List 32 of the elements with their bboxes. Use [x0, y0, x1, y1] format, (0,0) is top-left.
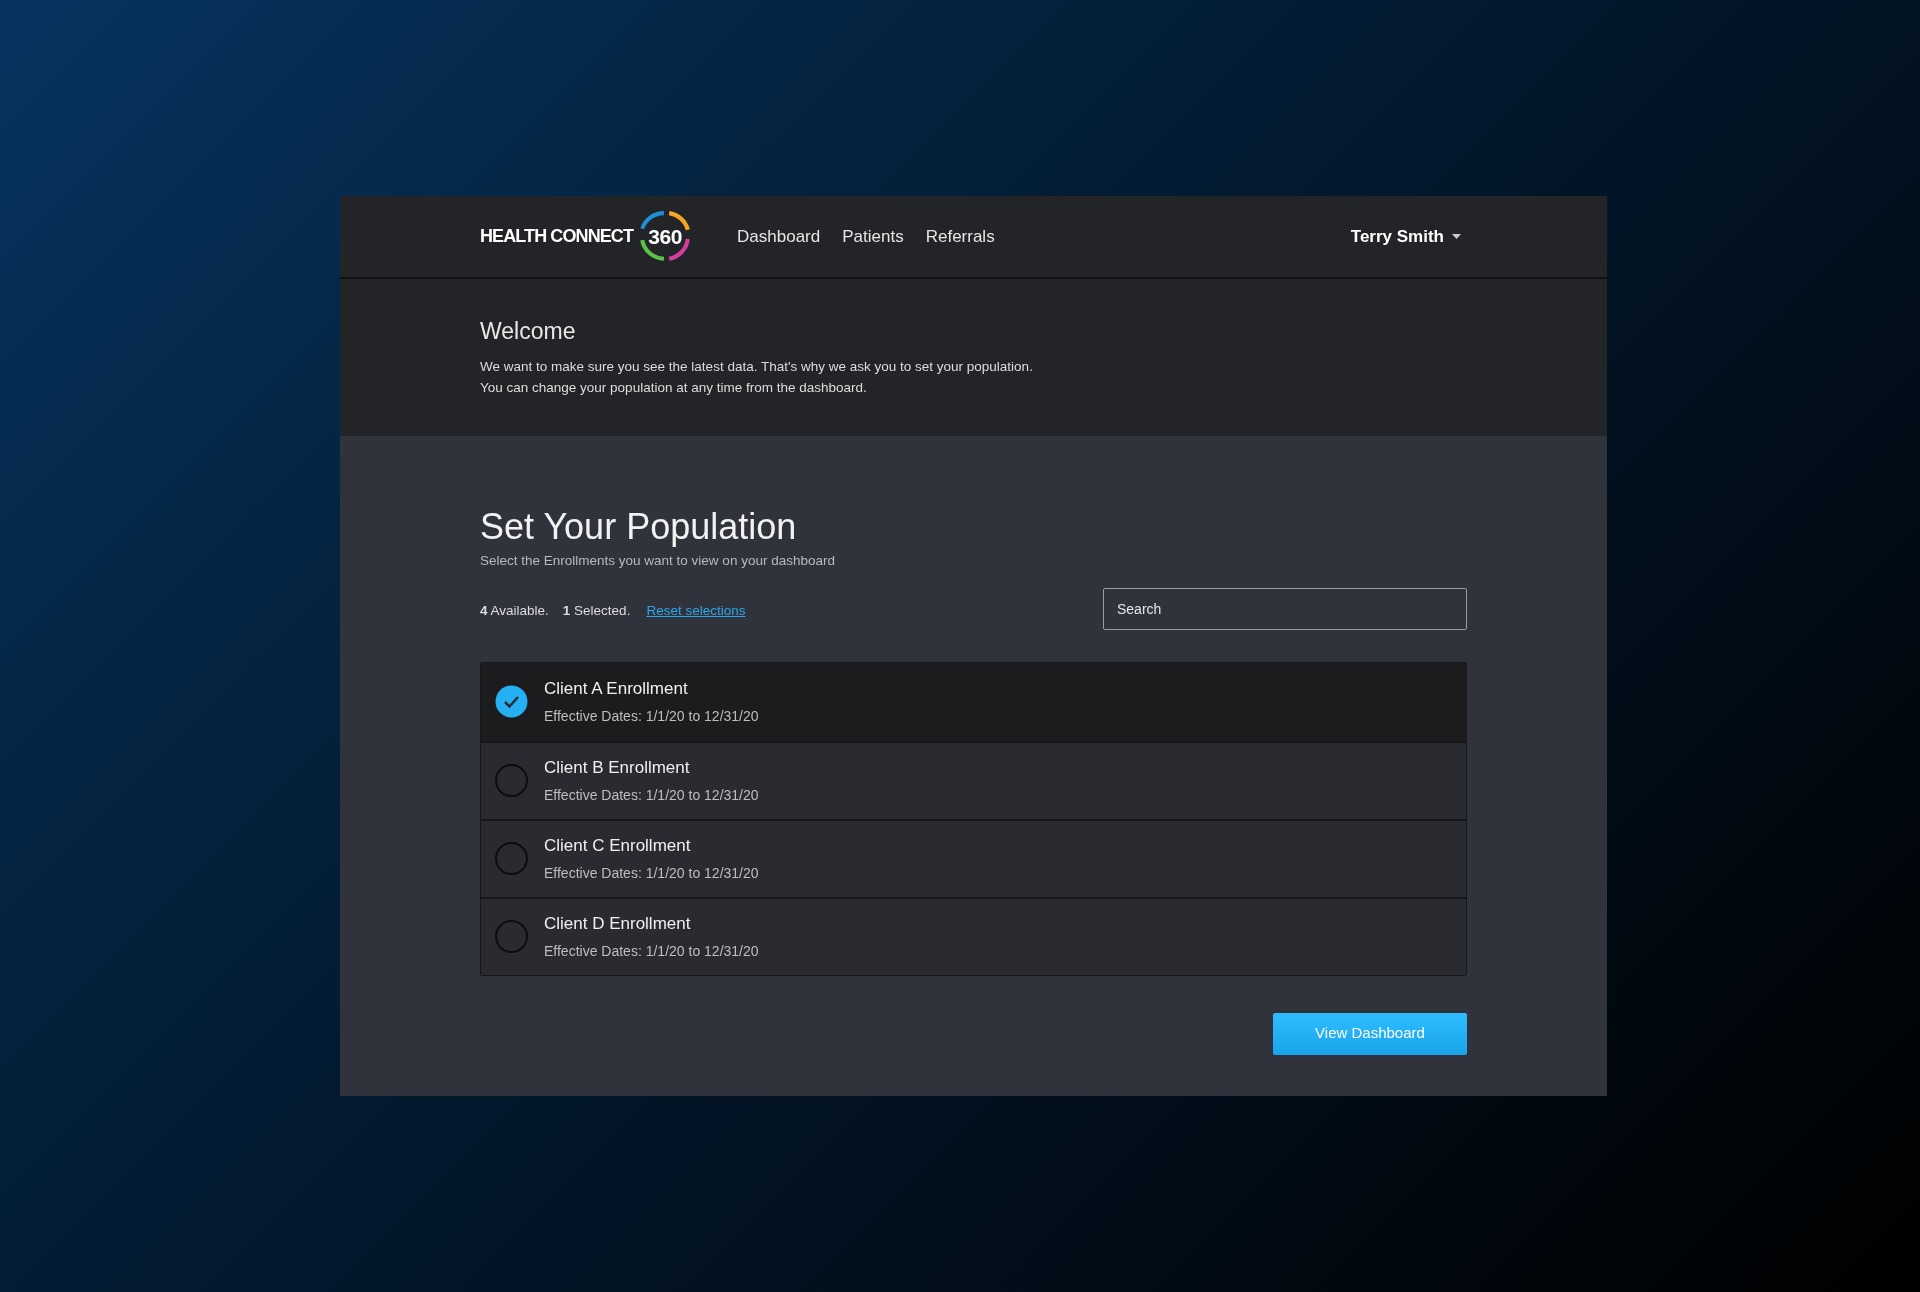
caret-icon [1452, 234, 1461, 239]
nav-link[interactable]: Patients [842, 224, 904, 250]
enrollment-dates: Effective Dates: 1/1/20 to 12/31/20 [544, 785, 759, 805]
enrollment-dates: Effective Dates: 1/1/20 to 12/31/20 [544, 863, 759, 883]
enrollment-dates: Effective Dates: 1/1/20 to 12/31/20 [544, 941, 759, 961]
available-count: 4 Available. [480, 602, 549, 621]
checked-radio-icon [495, 685, 528, 718]
welcome-text: You can change your population at any time from the dashboard. [480, 378, 868, 397]
welcome-title: Welcome [480, 317, 577, 346]
enrollment-name: Client B Enrollment [544, 757, 691, 780]
logo-number: 360 [648, 223, 682, 250]
enrollment-name: Client C Enrollment [544, 835, 692, 858]
enrollment-row[interactable]: Client A Enrollment Effective Dates: 1/1/20 to 12/31/20 [481, 662, 1466, 741]
reset-selections-link[interactable]: Reset selections [646, 601, 746, 622]
enrollment-name: Client A Enrollment [544, 678, 689, 701]
enrollment-row[interactable]: Client B Enrollment Effective Dates: 1/1/20 to 12/31/20 [481, 740, 1466, 819]
enrollment-name: Client D Enrollment [544, 913, 692, 936]
page-subtitle: Select the Enrollments you want to view on your dashboard [480, 552, 835, 570]
search-field[interactable]: Search [1103, 587, 1467, 630]
welcome-text: We want to make sure you see the latest data. That's why we ask you to set your population. [480, 357, 1034, 376]
radio-icon [495, 920, 528, 953]
enrollment-row[interactable]: Client C Enrollment Effective Dates: 1/1/20 to 12/31/20 [481, 818, 1466, 897]
user-menu[interactable]: Terry Smith [1350, 223, 1461, 250]
nav-link[interactable]: Dashboard [737, 224, 821, 250]
radio-icon [495, 842, 528, 875]
nav-link[interactable]: Referrals [925, 224, 995, 250]
enrollment-row[interactable]: Client D Enrollment Effective Dates: 1/1/20 to 12/31/20 [481, 896, 1466, 975]
page-title: Set Your Population [480, 505, 798, 549]
selected-count: 1 Selected. [562, 602, 631, 621]
enrollment-dates: Effective Dates: 1/1/20 to 12/31/20 [544, 706, 759, 726]
radio-icon [495, 764, 528, 797]
logo-wordmark: HEALTH CONNECT [480, 225, 634, 248]
